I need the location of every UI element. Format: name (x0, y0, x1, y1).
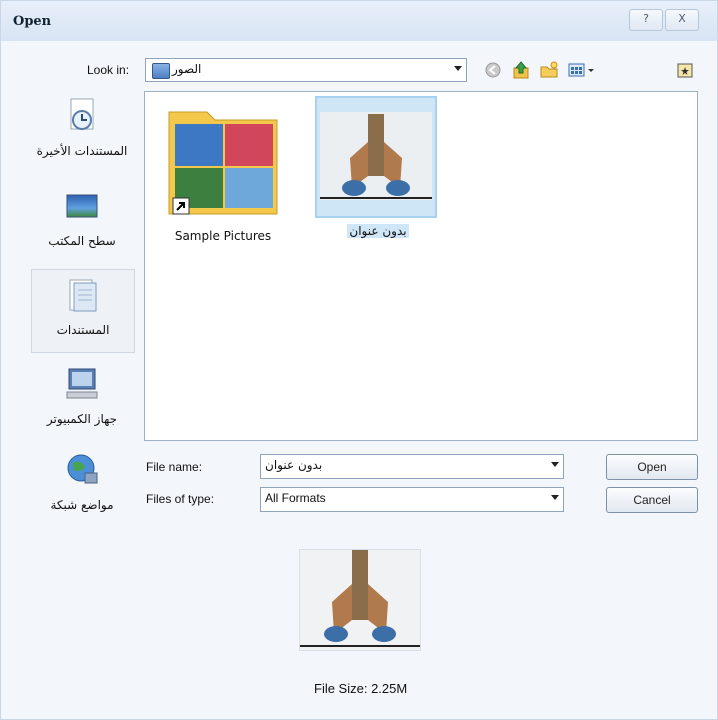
open-button[interactable]: Open (606, 454, 698, 480)
documents-icon (69, 279, 97, 312)
place-label: جهاز الكمبيوتر (46, 412, 118, 426)
pictures-folder-icon (152, 63, 170, 79)
look-in-value: الصور (172, 62, 202, 76)
close-button[interactable]: X (665, 9, 699, 31)
file-name-value: بدون عنوان (265, 458, 323, 472)
place-documents[interactable]: المستندات (31, 269, 135, 353)
computer-icon (66, 368, 98, 399)
place-label: سطح المكتب (48, 234, 116, 248)
recent-documents-icon (70, 98, 94, 130)
place-network[interactable]: مواضع شبكة (31, 451, 133, 512)
selected-thumbnail (315, 96, 437, 218)
folder-icon (168, 111, 278, 215)
anatomy-image-icon (320, 112, 432, 200)
look-in-label: Look in: (87, 63, 130, 77)
place-label: المستندات الأخيرة (36, 144, 128, 158)
chevron-down-icon (454, 66, 462, 71)
place-label: المستندات (56, 323, 110, 337)
title-bar: Open ? X (1, 1, 717, 41)
back-icon[interactable] (483, 60, 503, 80)
chevron-down-icon (551, 495, 559, 500)
dialog-title: Open (13, 14, 52, 29)
network-icon (67, 454, 98, 484)
view-menu-icon[interactable] (567, 60, 597, 80)
desktop-icon (66, 194, 98, 218)
desktop-shortcut-icon[interactable] (675, 60, 695, 80)
file-type-value: All Formats (265, 491, 326, 505)
file-name-combo[interactable]: بدون عنوان (260, 454, 564, 479)
file-item-untitled[interactable]: بدون عنوان (315, 96, 441, 238)
look-in-dropdown[interactable]: الصور (145, 58, 467, 82)
new-folder-icon[interactable] (539, 60, 559, 80)
up-folder-icon[interactable] (511, 60, 531, 80)
place-recent-documents[interactable]: المستندات الأخيرة (31, 97, 133, 179)
open-dialog: Open ? X Look in: الصور المستندات الأخير… (0, 0, 718, 720)
file-item-sample-pictures[interactable]: Sample Pictures (163, 102, 283, 243)
image-preview (299, 549, 421, 651)
file-size-label: File Size: 2.25M (314, 681, 408, 696)
preview-image (300, 550, 420, 650)
place-label: مواضع شبكة (50, 498, 114, 512)
cancel-button[interactable]: Cancel (606, 487, 698, 513)
file-name-label: Sample Pictures (174, 229, 272, 243)
file-name-label: File name: (146, 460, 203, 474)
file-name-label: بدون عنوان (347, 224, 409, 238)
places-bar: المستندات الأخيرة سطح المكتب المستندات ج… (31, 97, 135, 512)
place-desktop[interactable]: سطح المكتب (31, 187, 133, 263)
help-button[interactable]: ? (629, 9, 663, 31)
chevron-down-icon (551, 462, 559, 467)
file-type-label: Files of type: (146, 492, 215, 506)
file-type-select[interactable]: All Formats (260, 487, 564, 512)
place-computer[interactable]: جهاز الكمبيوتر (31, 365, 133, 441)
file-list[interactable]: Sample Pictures بدون عنوان (144, 91, 698, 441)
